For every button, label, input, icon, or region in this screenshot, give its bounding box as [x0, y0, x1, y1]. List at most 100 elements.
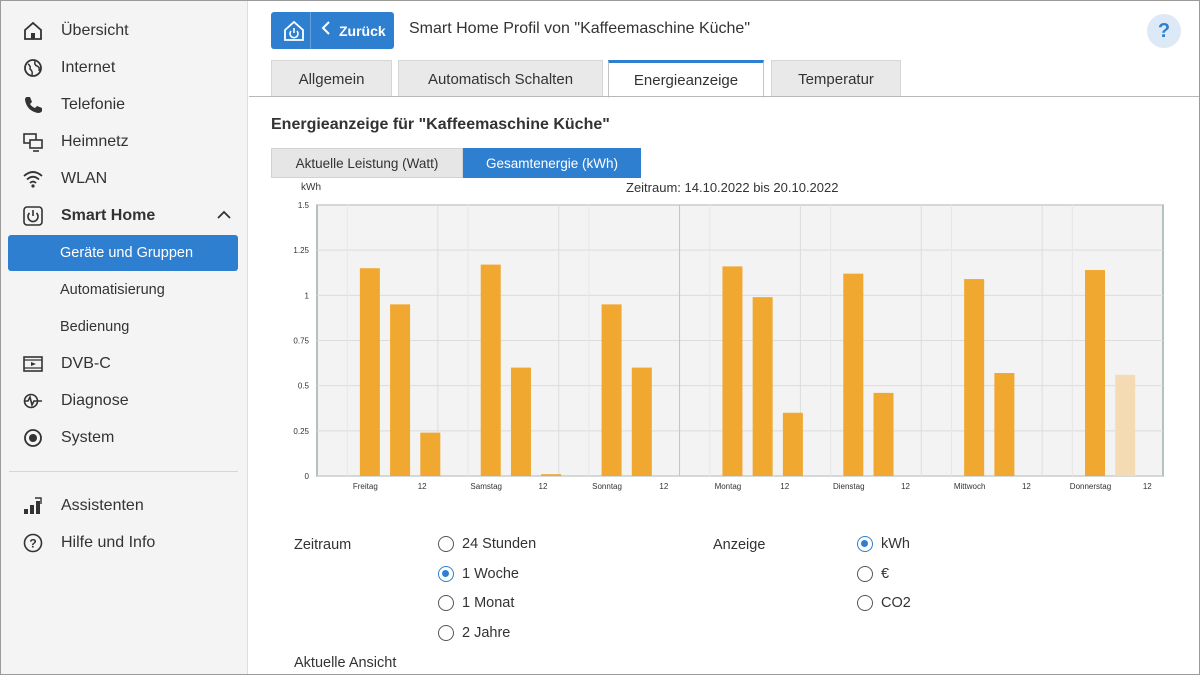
globe-icon [22, 57, 44, 79]
sidebar-item-internet[interactable]: Internet [8, 50, 238, 86]
x-tick-label: 12 [780, 482, 789, 491]
anzeige-label: Anzeige [713, 537, 766, 553]
chevron-up-icon[interactable] [216, 207, 232, 228]
film-icon [22, 353, 44, 375]
x-tick-label: Dienstag [833, 482, 865, 491]
y-tick-label: 0 [305, 472, 310, 481]
sidebar-item-smart-home[interactable]: Smart Home [8, 198, 238, 234]
radio-24-stunden[interactable]: 24 Stunden [438, 536, 536, 552]
sidebar-subitem-automatisierung[interactable]: Automatisierung [8, 272, 238, 308]
sidebar-item-telefonie[interactable]: Telefonie [8, 87, 238, 123]
chart-bar[interactable] [420, 432, 441, 476]
radio-kwh[interactable]: kWh [857, 536, 910, 552]
phone-icon [22, 94, 44, 116]
chart-bar[interactable] [541, 474, 562, 476]
chart-bar[interactable] [782, 412, 803, 476]
radio-circle[interactable] [857, 566, 873, 582]
radio-label: € [881, 566, 890, 582]
chart-bar[interactable] [873, 392, 894, 476]
energy-chart: 0 0.25 0.5 0.75 1 1.25 1.5 Freitag 12 Samstag 12 S… [271, 178, 1171, 498]
sidebar-subitem-label: Automatisierung [60, 282, 165, 298]
chart-bar[interactable] [843, 273, 864, 476]
sidebar-subitem-geraete-und-gruppen[interactable]: Geräte und Gruppen [8, 235, 238, 271]
y-tick-label: 0.5 [298, 382, 310, 391]
sidebar: Übersicht Internet Telefonie Heimnetz WL… [1, 1, 248, 674]
chart-bar[interactable] [1085, 270, 1106, 476]
page-title: Smart Home Profil von "Kaffeemaschine Kü… [409, 20, 750, 37]
x-tick-label: 12 [659, 482, 668, 491]
chart-bar[interactable] [994, 373, 1015, 476]
help-button[interactable]: ? [1147, 14, 1181, 48]
chart-bar[interactable] [631, 367, 652, 476]
x-tick-label: 12 [1143, 482, 1152, 491]
svg-text:?: ? [29, 537, 36, 551]
radio-circle[interactable] [438, 595, 454, 611]
radio-label: kWh [881, 536, 910, 552]
x-tick-label: Mittwoch [954, 482, 986, 491]
x-tick-label: Samstag [470, 482, 502, 491]
radio-circle[interactable] [438, 536, 454, 552]
sidebar-item-label: WLAN [61, 170, 108, 187]
chart-bar[interactable] [390, 304, 411, 476]
radio-circle[interactable] [438, 566, 454, 582]
x-tick-label: 12 [539, 482, 548, 491]
sidebar-item-assistenten[interactable]: Assistenten [8, 488, 238, 524]
wifi-icon [22, 168, 44, 190]
radio-circle[interactable] [438, 625, 454, 641]
chart-bar[interactable] [752, 297, 773, 476]
radio-circle[interactable] [857, 595, 873, 611]
sidebar-item-uebersicht[interactable]: Übersicht [8, 13, 238, 49]
radio-1-monat[interactable]: 1 Monat [438, 595, 514, 611]
radio-2-jahre[interactable]: 2 Jahre [438, 625, 510, 641]
chevron-left-icon [321, 21, 331, 40]
x-tick-label: Freitag [353, 482, 378, 491]
radio-co2[interactable]: CO2 [857, 595, 911, 611]
diagnose-icon [22, 390, 44, 412]
sidebar-subitem-bedienung[interactable]: Bedienung [8, 309, 238, 345]
x-tick-label: 12 [1022, 482, 1031, 491]
sidebar-divider [9, 471, 238, 472]
tab-allgemein[interactable]: Allgemein [271, 60, 392, 97]
sidebar-item-diagnose[interactable]: Diagnose [8, 383, 238, 419]
tab-temperatur[interactable]: Temperatur [771, 60, 901, 97]
toggle-aktuelle-leistung[interactable]: Aktuelle Leistung (Watt) [271, 148, 463, 178]
sidebar-item-dvb-c[interactable]: DVB-C [8, 346, 238, 382]
y-tick-label: 1.5 [298, 201, 310, 210]
chart-bar[interactable] [601, 304, 622, 476]
chart-bar[interactable] [1115, 374, 1136, 476]
sidebar-item-label: Diagnose [61, 392, 129, 409]
radio-1-woche[interactable]: 1 Woche [438, 566, 519, 582]
radio-label: 1 Monat [462, 595, 515, 611]
tabs-baseline [249, 96, 1199, 97]
sidebar-item-system[interactable]: System [8, 420, 238, 456]
radio-euro[interactable]: € [857, 566, 889, 582]
sidebar-item-hilfe-und-info[interactable]: ? Hilfe und Info [8, 525, 238, 561]
section-title: Energieanzeige für "Kaffeemaschine Küche… [271, 116, 610, 133]
radio-label: 1 Woche [462, 566, 519, 582]
radio-label: CO2 [881, 595, 911, 611]
sidebar-item-label: Telefonie [61, 96, 126, 113]
energy-chart-svg: 0 0.25 0.5 0.75 1 1.25 1.5 Freitag 12 Samstag 12 S… [293, 182, 1164, 491]
sidebar-item-wlan[interactable]: WLAN [8, 161, 238, 197]
tab-automatisch-schalten[interactable]: Automatisch Schalten [398, 60, 603, 97]
chart-bar[interactable] [964, 279, 985, 476]
radio-label: 2 Jahre [462, 625, 511, 641]
chart-bar[interactable] [722, 266, 743, 476]
zeitraum-label: Zeitraum [294, 537, 352, 553]
chart-bar[interactable] [510, 367, 531, 476]
chart-bar[interactable] [480, 264, 501, 476]
back-button-label: Zurück [339, 22, 386, 39]
x-tick-label: Montag [715, 482, 742, 491]
y-tick-label: 1 [305, 291, 310, 300]
sidebar-item-label: Übersicht [61, 22, 129, 39]
toggle-gesamtenergie[interactable]: Gesamtenergie (kWh) [463, 148, 641, 178]
radio-circle[interactable] [857, 536, 873, 552]
sidebar-item-heimnetz[interactable]: Heimnetz [8, 124, 238, 160]
sidebar-item-label: System [61, 429, 115, 446]
tab-energieanzeige[interactable]: Energieanzeige [608, 60, 764, 98]
chart-bar[interactable] [359, 268, 380, 476]
system-icon [22, 427, 44, 449]
aktuelle-ansicht-label: Aktuelle Ansicht [294, 655, 397, 671]
back-button[interactable]: Zurück [271, 12, 394, 49]
sidebar-item-label: Assistenten [61, 497, 144, 514]
